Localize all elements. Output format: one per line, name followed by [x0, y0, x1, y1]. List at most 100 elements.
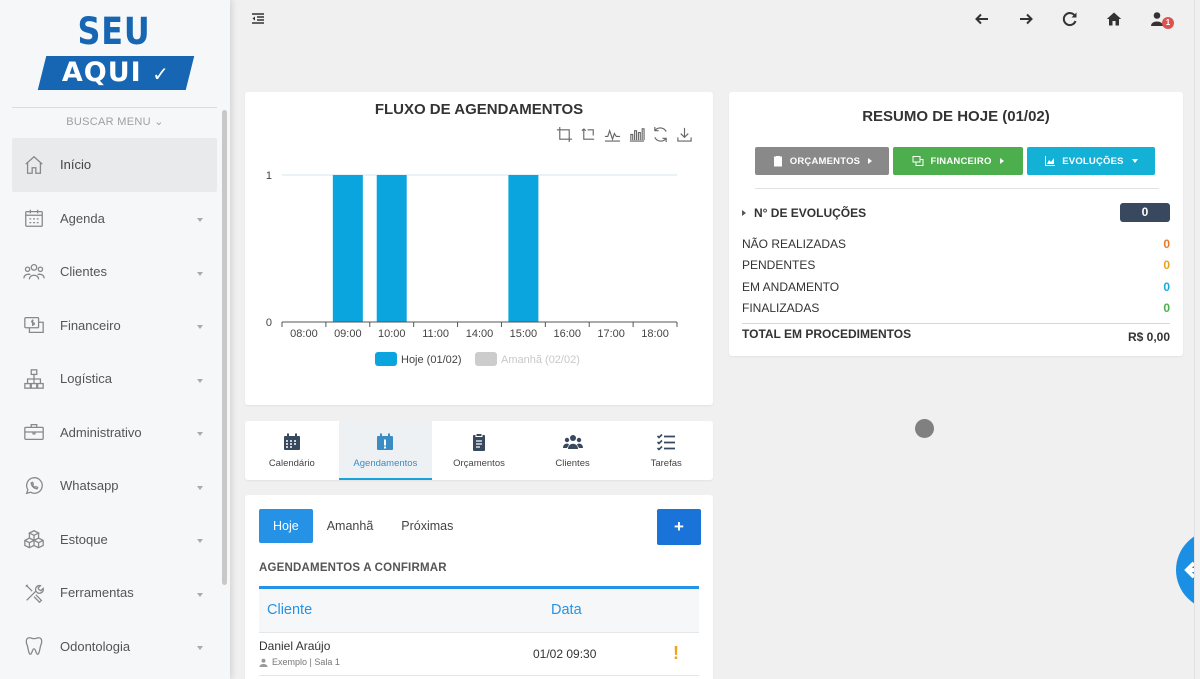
tab-label: Orçamentos — [453, 458, 505, 469]
tab-amanha[interactable]: Amanhã — [313, 509, 388, 543]
calendar-icon — [25, 210, 43, 228]
sidebar-item-label: Agenda — [60, 210, 105, 226]
x-tick-label: 10:00 — [378, 328, 406, 340]
section-title: AGENDAMENTOS A CONFIRMAR — [259, 562, 447, 574]
client-name[interactable]: Daniel Araújo — [259, 639, 330, 653]
sidebar-item-label: Início — [60, 157, 92, 173]
loading-dot — [915, 419, 934, 438]
stat-value: 0 — [1163, 301, 1170, 315]
stat-finalizadas: FINALIZADAS 0 — [742, 301, 1170, 315]
appointment-date: 01/02 09:30 — [533, 647, 597, 661]
tab-hoje[interactable]: Hoje — [259, 509, 313, 543]
financeiro-button[interactable]: FINANCEIRO — [893, 147, 1023, 175]
clipboard-list-icon — [472, 433, 485, 451]
summary-title: RESUMO DE HOJE (01/02) — [862, 108, 1050, 125]
back-button[interactable] — [960, 8, 1004, 30]
legend-label: Hoje (01/02) — [401, 354, 462, 366]
boxes-icon — [24, 530, 44, 549]
bar — [332, 175, 363, 322]
tab-calendario[interactable]: Calendário — [245, 421, 339, 480]
tab-label: Clientes — [555, 458, 590, 469]
y-tick-label: 1 — [266, 170, 272, 182]
logo-line2: AQUI — [61, 57, 142, 88]
orcamentos-button-label: ORÇAMENTOS — [789, 155, 861, 167]
refresh-button[interactable] — [1048, 8, 1092, 30]
x-tick-label: 18:00 — [641, 328, 669, 340]
caret-right-icon — [742, 210, 746, 216]
stat-em-andamento: EM ANDAMENTO 0 — [742, 280, 1170, 294]
tab-tarefas[interactable]: Tarefas — [619, 421, 713, 480]
x-tick-label: 09:00 — [334, 328, 362, 340]
money-icon — [912, 156, 924, 166]
evolucoes-button[interactable]: EVOLUÇÕES — [1027, 147, 1155, 175]
exclamation-icon[interactable]: ! — [673, 643, 679, 664]
x-tick-label: 16:00 — [554, 328, 582, 340]
total-row: TOTAL EM PROCEDIMENTOS R$ 0,00 — [742, 327, 1170, 344]
stat-label: NÃO REALIZADAS — [742, 237, 847, 251]
sidebar-item-estoque[interactable]: Estoque — [12, 513, 217, 567]
user-menu-button[interactable]: 1 — [1136, 8, 1180, 30]
search-menu-button[interactable]: BUSCAR MENU ⌄ — [0, 115, 230, 128]
tab-proximas[interactable]: Próximas — [387, 509, 467, 543]
calendar-icon — [283, 433, 300, 450]
tab-label: Tarefas — [650, 458, 682, 469]
sidebar-item-administrativo[interactable]: Administrativo — [12, 406, 217, 460]
refresh-icon — [1062, 12, 1077, 27]
table-row[interactable]: Daniel Araújo Exemplo | Sala 1 01/02 09:… — [259, 632, 699, 676]
appointments-list-card: Hoje Amanhã Próximas + AGENDAMENTOS A CO… — [245, 495, 713, 679]
sidebar: SEU LOGO AQUI ✓ BUSCAR MENU ⌄ Início Age… — [0, 0, 230, 679]
area-chart-icon — [1045, 156, 1056, 166]
add-appointment-button[interactable]: + — [657, 509, 701, 545]
chevron-down-icon — [197, 218, 203, 223]
sidebar-scrollbar[interactable] — [222, 110, 227, 585]
stat-value: 0 — [1163, 237, 1170, 251]
sidebar-item-clientes[interactable]: Clientes — [12, 245, 217, 299]
sidebar-toggle-button[interactable] — [251, 12, 265, 31]
client-details: Exemplo | Sala 1 — [259, 657, 340, 667]
tab-agendamentos[interactable]: Agendamentos — [338, 421, 433, 480]
module-tabs: Calendário Agendamentos Orçamentos Clien… — [245, 421, 713, 480]
sidebar-item-financeiro[interactable]: Financeiro — [12, 299, 217, 353]
sidebar-item-whatsapp[interactable]: Whatsapp — [12, 459, 217, 513]
column-header-data[interactable]: Data — [551, 602, 582, 618]
home-icon — [25, 155, 43, 174]
sidebar-item-label: Odontologia — [60, 638, 131, 654]
chevron-down-icon — [197, 539, 203, 544]
indent-icon — [252, 13, 264, 24]
sidebar-item-label: Estoque — [60, 531, 108, 547]
sidebar-item-logistica[interactable]: Logística — [12, 352, 217, 406]
home-button[interactable] — [1092, 8, 1136, 30]
tab-clientes[interactable]: Clientes — [526, 421, 620, 480]
logo[interactable]: SEU LOGO AQUI ✓ — [37, 12, 195, 92]
orcamentos-button[interactable]: ORÇAMENTOS — [755, 147, 889, 175]
top-toolbar: 1 — [960, 8, 1180, 30]
sidebar-item-agenda[interactable]: Agenda — [12, 192, 217, 246]
sidebar-divider — [12, 107, 217, 108]
tooth-icon — [25, 637, 43, 656]
tab-orcamentos[interactable]: Orçamentos — [432, 421, 526, 480]
sidebar-item-ferramentas[interactable]: Ferramentas — [12, 566, 217, 620]
home-icon — [1106, 12, 1122, 26]
caret-right-icon — [868, 158, 873, 164]
bar — [376, 175, 407, 322]
column-header-cliente[interactable]: Cliente — [267, 602, 312, 618]
stat-label: FINALIZADAS — [742, 301, 820, 315]
forward-button[interactable] — [1004, 8, 1048, 30]
caret-right-icon — [999, 158, 1004, 164]
total-value: R$ 0,00 — [1127, 330, 1170, 344]
tab-label: Calendário — [268, 458, 315, 469]
x-tick-label: 14:00 — [466, 328, 494, 340]
clipboard-icon — [773, 156, 782, 167]
sidebar-item-label: Whatsapp — [60, 478, 119, 494]
stat-value: 0 — [1163, 280, 1170, 294]
chevron-down-icon — [197, 271, 203, 276]
evolucoes-count-row[interactable]: N° DE EVOLUÇÕES 0 — [742, 203, 1170, 222]
page-scrollbar[interactable] — [1194, 0, 1200, 679]
legend-label: Amanhã (02/02) — [501, 354, 580, 366]
appointments-flow-card: FLUXO DE AGENDAMENTOS 0 1 08:00 09:00 10:00 1… — [245, 92, 713, 405]
x-tick-label: 17:00 — [597, 328, 625, 340]
sidebar-item-odontologia[interactable]: Odontologia — [12, 620, 217, 674]
whatsapp-icon — [25, 476, 43, 495]
sidebar-item-inicio[interactable]: Início — [12, 138, 217, 192]
sidebar-item-label: Clientes — [60, 264, 107, 280]
